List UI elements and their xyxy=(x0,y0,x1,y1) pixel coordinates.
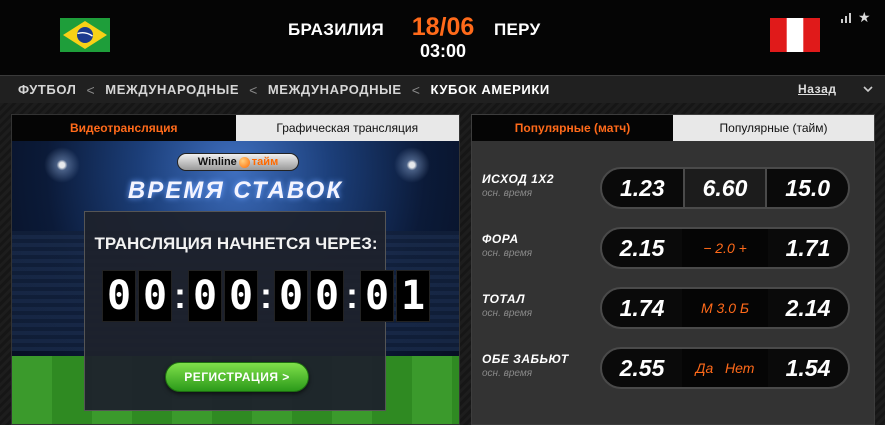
odd-total-over[interactable]: 2.14 xyxy=(768,289,848,327)
tab-popular-match[interactable]: Популярные (матч) xyxy=(472,115,673,141)
breadcrumb-item-international[interactable]: МЕЖДУНАРОДНЫЕ xyxy=(105,82,239,97)
odd-both-score-no[interactable]: 1.54 xyxy=(768,349,848,387)
odd-handicap-away[interactable]: 1.71 xyxy=(768,229,848,267)
tab-video-stream[interactable]: Видеотрансляция xyxy=(12,115,236,141)
countdown-digit: 0 xyxy=(274,270,308,322)
countdown-digit: 0 xyxy=(102,270,136,322)
odd-home-win[interactable]: 1.23 xyxy=(602,169,683,207)
market-period: осн. время xyxy=(482,188,533,199)
bar-chart-icon[interactable] xyxy=(840,12,852,24)
breadcrumb-item-international-2[interactable]: МЕЖДУНАРОДНЫЕ xyxy=(268,82,402,97)
odd-total-under[interactable]: 1.74 xyxy=(602,289,682,327)
breadcrumb-separator: < xyxy=(249,81,258,98)
market-row-total: ТОТАЛ осн. время 1.74 М 3.0 Б 2.14 xyxy=(472,283,876,329)
countdown-digits: 0 0 : 0 0 : 0 0 : 0 1 xyxy=(102,270,432,322)
countdown-digit: 0 xyxy=(310,270,344,322)
chevron-down-icon[interactable] xyxy=(862,83,874,95)
video-tabs: Видеотрансляция Графическая трансляция xyxy=(12,115,459,141)
market-name: ТОТАЛ xyxy=(482,292,525,306)
odds-pill: 1.23 6.60 15.0 xyxy=(600,167,850,209)
countdown-title: ТРАНСЛЯЦИЯ НАЧНЕТСЯ ЧЕРЕЗ: xyxy=(94,234,378,253)
back-link[interactable]: Назад xyxy=(798,82,837,96)
odd-both-score-yes[interactable]: 2.55 xyxy=(602,349,682,387)
odds-tabs: Популярные (матч) Популярные (тайм) xyxy=(472,115,874,141)
countdown-digit: 1 xyxy=(396,270,430,322)
market-name: ОБЕ ЗАБЬЮТ xyxy=(482,352,569,366)
market-period: осн. время xyxy=(482,368,533,379)
winline-logo: Winline тайм xyxy=(177,153,299,171)
odds-panel: Популярные (матч) Популярные (тайм) ИСХО… xyxy=(471,114,875,425)
countdown-board: ТРАНСЛЯЦИЯ НАЧНЕТСЯ ЧЕРЕЗ: 0 0 : 0 0 : 0… xyxy=(84,211,430,411)
breadcrumb-item-football[interactable]: ФУТБОЛ xyxy=(18,82,76,97)
market-period: осн. время xyxy=(482,308,533,319)
odds-pill: 1.74 М 3.0 Б 2.14 xyxy=(600,287,850,329)
match-header: БРАЗИЛИЯ 18/06 03:00 ПЕРУ ★ xyxy=(0,0,885,75)
countdown-digit: 0 xyxy=(224,270,258,322)
countdown-colon: : xyxy=(260,275,272,316)
breadcrumb-separator: < xyxy=(86,81,96,98)
odd-away-win[interactable]: 15.0 xyxy=(767,169,848,207)
star-icon[interactable]: ★ xyxy=(858,9,871,26)
breadcrumb: ФУТБОЛ < МЕЖДУНАРОДНЫЕ < МЕЖДУНАРОДНЫЕ <… xyxy=(0,75,885,103)
logo-brand: Winline xyxy=(197,156,237,168)
market-period: осн. время xyxy=(482,248,533,259)
market-row-handicap: ФОРА осн. время 2.15 − 2.0 + 1.71 xyxy=(472,223,876,269)
tab-graphic-stream[interactable]: Графическая трансляция xyxy=(235,115,459,141)
handicap-selector[interactable]: − 2.0 + xyxy=(682,229,768,267)
odds-pill: 2.15 − 2.0 + 1.71 xyxy=(600,227,850,269)
peru-flag-icon xyxy=(770,18,820,52)
odd-draw[interactable]: 6.60 xyxy=(684,169,766,207)
breadcrumb-item-copa-america[interactable]: КУБОК АМЕРИКИ xyxy=(430,82,549,97)
register-button[interactable]: РЕГИСТРАЦИЯ > xyxy=(165,362,309,392)
total-selector[interactable]: М 3.0 Б xyxy=(682,289,768,327)
countdown-colon: : xyxy=(174,275,186,316)
odds-pill: 2.55 Да Нет 1.54 xyxy=(600,347,850,389)
bet-time-title: ВРЕМЯ СТАВОК xyxy=(127,177,344,204)
away-team-name: ПЕРУ xyxy=(494,20,541,39)
match-date: 18/06 xyxy=(411,13,475,41)
video-player[interactable]: Winline тайм ВРЕМЯ СТАВОК ТРАНСЛЯЦИЯ НАЧ… xyxy=(12,141,459,424)
market-name: ИСХОД 1X2 xyxy=(482,172,555,186)
match-time: 03:00 xyxy=(419,41,467,61)
breadcrumb-separator: < xyxy=(411,81,421,98)
market-row-both-score: ОБЕ ЗАБЬЮТ осн. время 2.55 Да Нет 1.54 xyxy=(472,343,876,389)
logo-suffix: тайм xyxy=(251,156,279,168)
yes-no-labels: Да Нет xyxy=(682,349,768,387)
countdown-digit: 0 xyxy=(188,270,222,322)
countdown-digit: 0 xyxy=(360,270,394,322)
ball-icon xyxy=(238,156,250,168)
market-name: ФОРА xyxy=(482,232,519,246)
tab-popular-half[interactable]: Популярные (тайм) xyxy=(673,115,874,141)
odd-handicap-home[interactable]: 2.15 xyxy=(602,229,682,267)
countdown-digit: 0 xyxy=(138,270,172,322)
countdown-colon: : xyxy=(346,275,358,316)
market-row-1x2: ИСХОД 1X2 осн. время 1.23 6.60 15.0 xyxy=(472,163,876,209)
video-panel: Видеотрансляция Графическая трансляция W… xyxy=(11,114,460,425)
home-team-name: БРАЗИЛИЯ xyxy=(288,20,384,39)
brazil-flag-icon xyxy=(60,18,110,52)
